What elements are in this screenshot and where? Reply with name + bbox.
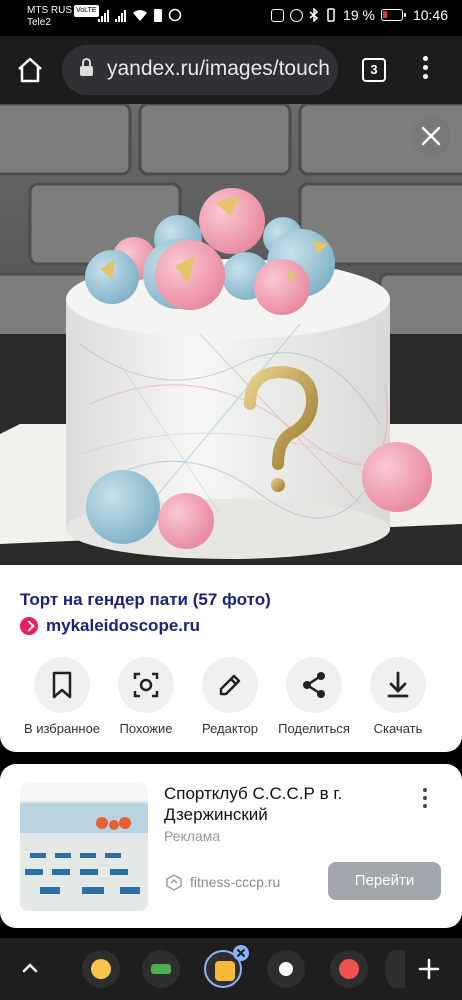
bookmark-icon (34, 657, 90, 713)
tab-app-partial-icon[interactable] (385, 950, 405, 988)
action-row: В избранное Похожие Редактор Поделиться … (0, 657, 462, 737)
carrier-1: MTS RUS (27, 5, 72, 16)
cake-illustration (0, 104, 462, 565)
signal-2-icon (115, 10, 126, 22)
ad-thumbnail[interactable] (20, 783, 148, 911)
home-icon[interactable] (14, 54, 46, 86)
ad-title[interactable]: Спортклуб С.С.С.Р в г. Дзержинский (164, 783, 394, 825)
volte-badge: VoLTE (74, 5, 99, 17)
source-link[interactable]: mykaleidoscope.ru (20, 616, 200, 636)
vibrate-icon (327, 8, 335, 22)
status-bar: MTS RUS VoLTE Tele2 19 % 10:46 (0, 0, 462, 36)
image-info-card: Торт на гендер пати (57 фото) mykaleidos… (0, 565, 462, 752)
tabs-button[interactable]: 3 (362, 58, 386, 82)
download-label: Скачать (373, 721, 423, 736)
close-tab-icon[interactable] (232, 944, 250, 962)
ad-favicon-icon (166, 874, 182, 891)
lock-icon (80, 58, 93, 77)
download-icon (370, 657, 426, 713)
bottom-tab-bar (0, 938, 462, 1000)
wifi-icon (133, 10, 147, 21)
tab-app-green-icon[interactable] (142, 950, 180, 988)
go-button[interactable]: Перейти (328, 862, 441, 900)
battery-icon (380, 9, 406, 21)
image-title[interactable]: Торт на гендер пати (57 фото) (20, 590, 271, 610)
browser-toolbar: yandex.ru/images/touch 3 (0, 36, 462, 104)
share-icon (286, 657, 342, 713)
menu-kebab-icon[interactable] (420, 56, 430, 84)
clock: 10:46 (412, 7, 448, 23)
cake-image[interactable] (0, 104, 462, 565)
alarm-icon (290, 8, 304, 22)
source-name: mykaleidoscope.ru (46, 616, 201, 635)
address-bar[interactable]: yandex.ru/images/touch (62, 45, 338, 95)
lens-icon (118, 657, 174, 713)
ad-domain: fitness-cccp.ru (190, 874, 281, 890)
tab-app-flower-icon[interactable] (330, 950, 368, 988)
ad-label: Реклама (164, 828, 221, 844)
bluetooth-icon (309, 8, 319, 22)
sim-icon (154, 9, 162, 22)
source-favicon-icon (20, 617, 38, 635)
ad-card[interactable]: Спортклуб С.С.С.Р в г. Дзержинский Рекла… (0, 764, 462, 928)
status-right: 19 % 10:46 (271, 7, 448, 23)
whatsapp-icon (168, 8, 182, 22)
carrier-info: MTS RUS VoLTE Tele2 (27, 5, 99, 29)
nfc-icon (271, 8, 285, 22)
new-tab-plus-icon[interactable] (418, 958, 440, 980)
tab-app-globe-icon[interactable] (267, 950, 305, 988)
pencil-icon (202, 657, 258, 713)
chevron-up-icon[interactable] (20, 958, 40, 978)
ad-domain-row: fitness-cccp.ru (164, 872, 280, 892)
signal-1-icon (98, 10, 109, 22)
url-text: yandex.ru/images/touch (107, 57, 330, 80)
tab-app-duck-icon[interactable] (82, 950, 120, 988)
ad-menu-kebab-icon[interactable] (421, 788, 429, 812)
close-icon[interactable] (411, 116, 451, 156)
carrier-2: Tele2 (27, 17, 51, 28)
battery-percent: 19 % (343, 7, 375, 23)
download-action[interactable]: Скачать (348, 657, 448, 736)
signal-icons (98, 8, 182, 22)
